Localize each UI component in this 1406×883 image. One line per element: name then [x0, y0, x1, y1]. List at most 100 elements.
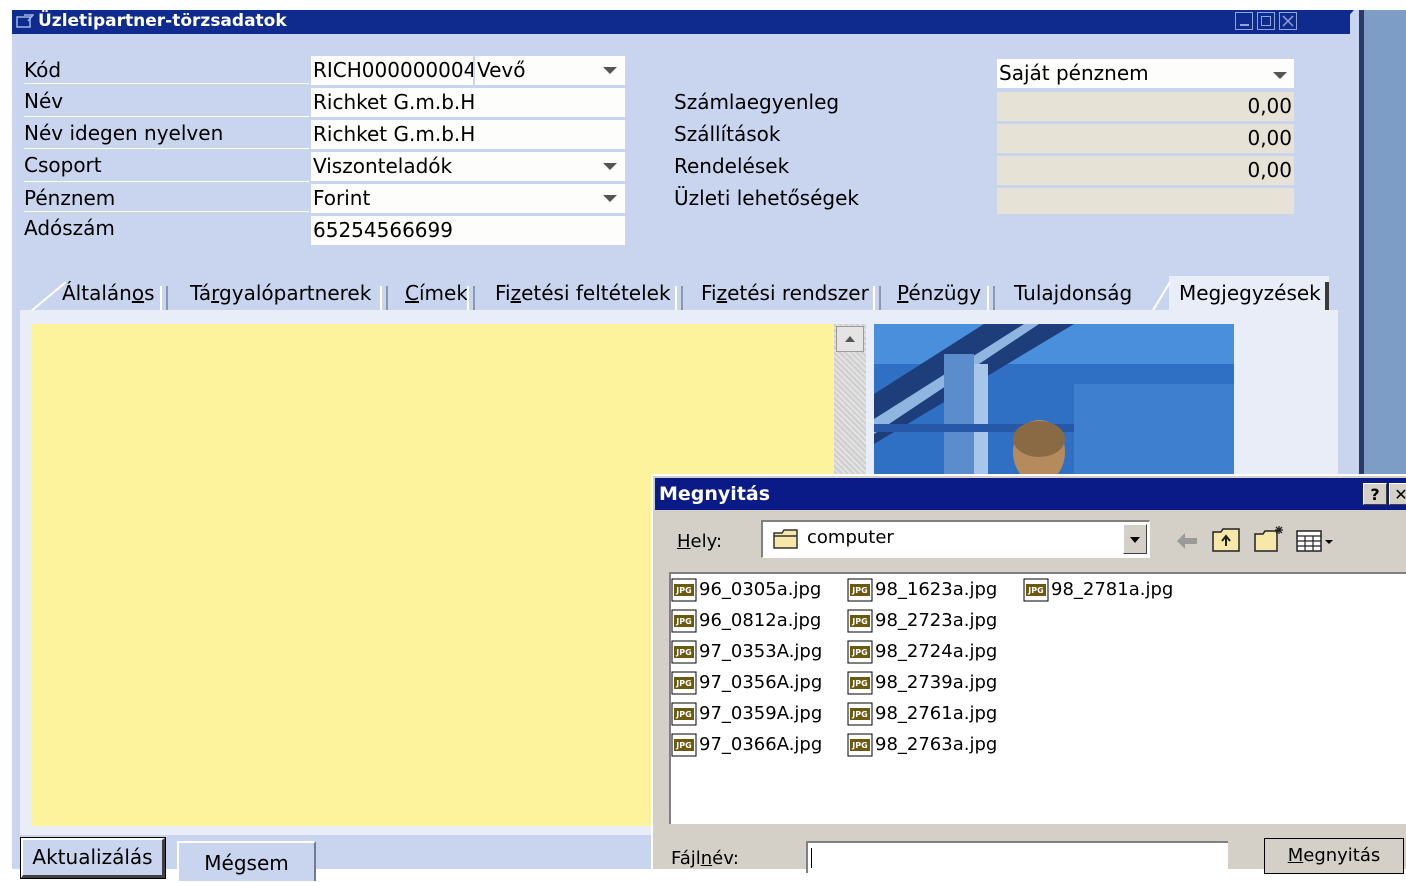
- window-titlebar[interactable]: Üzletipartner-törzsadatok: [12, 10, 1350, 34]
- file-list[interactable]: JPG 96_0305a.jpg JPG 96_0812a.jpg JPG 97_03…: [669, 572, 1406, 824]
- orders-value: 0,00: [997, 156, 1294, 185]
- tab-separator: [987, 286, 995, 310]
- tab-slant: [1152, 281, 1171, 312]
- svg-text:JPG: JPG: [851, 586, 867, 595]
- svg-text:JPG: JPG: [675, 648, 691, 657]
- currency-select[interactable]: Forint: [311, 184, 625, 213]
- jpg-file-icon: JPG: [671, 578, 697, 602]
- divider: [24, 116, 309, 117]
- jpg-file-icon: JPG: [671, 609, 697, 633]
- tab-contacts[interactable]: Tárgyalópartnerek: [190, 276, 371, 310]
- tab-properties[interactable]: Tulajdonság: [1014, 276, 1132, 310]
- balance-currency-value: Saját pénznem: [999, 61, 1149, 85]
- tab-remarks[interactable]: Megjegyzések: [1179, 276, 1321, 310]
- jpg-file-icon: JPG: [671, 671, 697, 695]
- group-value: Viszonteladók: [313, 154, 453, 178]
- account-balance-value: 0,00: [997, 92, 1294, 121]
- foreign-name-field[interactable]: Richket G.m.b.H: [311, 120, 625, 149]
- jpg-file-icon: JPG: [847, 702, 873, 726]
- partner-type-select[interactable]: Vevő: [475, 56, 625, 85]
- up-folder-icon[interactable]: [1211, 526, 1241, 554]
- currency-value: Forint: [313, 186, 371, 210]
- chevron-down-icon[interactable]: [1273, 72, 1287, 79]
- chevron-down-icon: [1130, 537, 1140, 543]
- divider: [24, 148, 309, 149]
- partner-photo: [874, 324, 1234, 479]
- cancel-button[interactable]: Mégsem: [177, 841, 316, 881]
- update-button[interactable]: Aktualizálás: [20, 837, 166, 879]
- balance-currency-select[interactable]: Saját pénznem: [997, 59, 1294, 88]
- list-item[interactable]: JPG 98_2723a.jpg: [847, 607, 997, 635]
- list-item[interactable]: JPG 97_0359A.jpg: [671, 700, 822, 728]
- list-item[interactable]: JPG 98_2781a.jpg: [1023, 576, 1173, 604]
- svg-text:JPG: JPG: [675, 741, 691, 750]
- jpg-file-icon: JPG: [847, 733, 873, 757]
- list-item[interactable]: JPG 97_0356A.jpg: [671, 669, 822, 697]
- svg-text:JPG: JPG: [851, 648, 867, 657]
- jpg-file-icon: JPG: [671, 702, 697, 726]
- opportunities-value: [997, 188, 1294, 214]
- list-item[interactable]: JPG 98_2739a.jpg: [847, 669, 997, 697]
- folder-icon: [773, 529, 798, 549]
- tab-edge: [1325, 282, 1329, 312]
- list-item[interactable]: JPG 98_2763a.jpg: [847, 731, 997, 759]
- jpg-file-icon: JPG: [671, 640, 697, 664]
- tab-separator: [467, 286, 475, 310]
- jpg-file-icon: JPG: [847, 609, 873, 633]
- chevron-down-icon[interactable]: [603, 67, 617, 74]
- help-icon[interactable]: ?: [1363, 483, 1387, 505]
- window-menu-icon[interactable]: [16, 14, 34, 30]
- jpg-file-icon: JPG: [847, 671, 873, 695]
- jpg-file-icon: JPG: [671, 733, 697, 757]
- tab-addresses[interactable]: Címek: [405, 276, 468, 310]
- list-item[interactable]: JPG 96_0812a.jpg: [671, 607, 821, 635]
- name-field[interactable]: Richket G.m.b.H: [311, 88, 625, 117]
- new-folder-icon[interactable]: [1253, 524, 1285, 554]
- tab-separator: [380, 286, 388, 310]
- svg-text:JPG: JPG: [851, 617, 867, 626]
- svg-text:JPG: JPG: [675, 679, 691, 688]
- filename-input[interactable]: [806, 841, 1228, 873]
- tab-general[interactable]: Általános: [62, 276, 155, 310]
- label-account-balance: Számlaegyenleg: [674, 90, 840, 114]
- maximize-icon[interactable]: [1257, 12, 1275, 30]
- group-select[interactable]: Viszonteladók: [311, 152, 625, 181]
- close-icon[interactable]: ✕: [1389, 483, 1406, 505]
- dialog-titlebar[interactable]: Megnyitás ? ✕: [655, 478, 1406, 510]
- list-item[interactable]: JPG 96_0305a.jpg: [671, 576, 821, 604]
- list-item[interactable]: JPG 97_0353A.jpg: [671, 638, 822, 666]
- tab-separator: [160, 286, 168, 310]
- tab-payment-terms[interactable]: Fizetési feltételek: [495, 276, 671, 310]
- list-item[interactable]: JPG 98_2761a.jpg: [847, 700, 997, 728]
- back-arrow-icon[interactable]: [1171, 528, 1201, 554]
- label-currency: Pénznem: [24, 186, 116, 210]
- label-group: Csoport: [24, 153, 102, 177]
- tab-separator: [873, 286, 881, 310]
- label-tax-number: Adószám: [24, 216, 115, 240]
- label-name: Név: [24, 89, 64, 113]
- label-orders: Rendelések: [674, 154, 790, 178]
- tax-number-field[interactable]: 65254566699: [311, 216, 625, 245]
- svg-text:JPG: JPG: [1027, 586, 1043, 595]
- view-menu-icon[interactable]: [1295, 528, 1337, 554]
- location-combo[interactable]: computer: [761, 520, 1150, 558]
- titlebar-corner: [1332, 10, 1354, 34]
- scroll-up-button[interactable]: [836, 326, 864, 352]
- open-file-dialog: Megnyitás ? ✕ Hely: computer JPG 96_0305a…: [651, 474, 1406, 874]
- minimize-icon[interactable]: [1235, 12, 1253, 30]
- list-item[interactable]: JPG 98_2724a.jpg: [847, 638, 997, 666]
- list-item[interactable]: JPG 97_0366A.jpg: [671, 731, 822, 759]
- svg-text:JPG: JPG: [851, 679, 867, 688]
- tab-payment-system[interactable]: Fizetési rendszer: [701, 276, 869, 310]
- code-field[interactable]: RICH000000004: [311, 56, 473, 85]
- chevron-down-icon[interactable]: [603, 195, 617, 202]
- location-label: Hely:: [677, 531, 723, 552]
- dialog-title: Megnyitás: [659, 483, 771, 505]
- location-dropdown-button[interactable]: [1123, 524, 1147, 554]
- location-value: computer: [807, 527, 894, 548]
- label-deliveries: Szállítások: [674, 122, 781, 146]
- tab-finance[interactable]: Pénzügy: [897, 276, 981, 310]
- list-item[interactable]: JPG 98_1623a.jpg: [847, 576, 997, 604]
- close-icon[interactable]: [1279, 12, 1297, 30]
- chevron-down-icon[interactable]: [603, 163, 617, 170]
